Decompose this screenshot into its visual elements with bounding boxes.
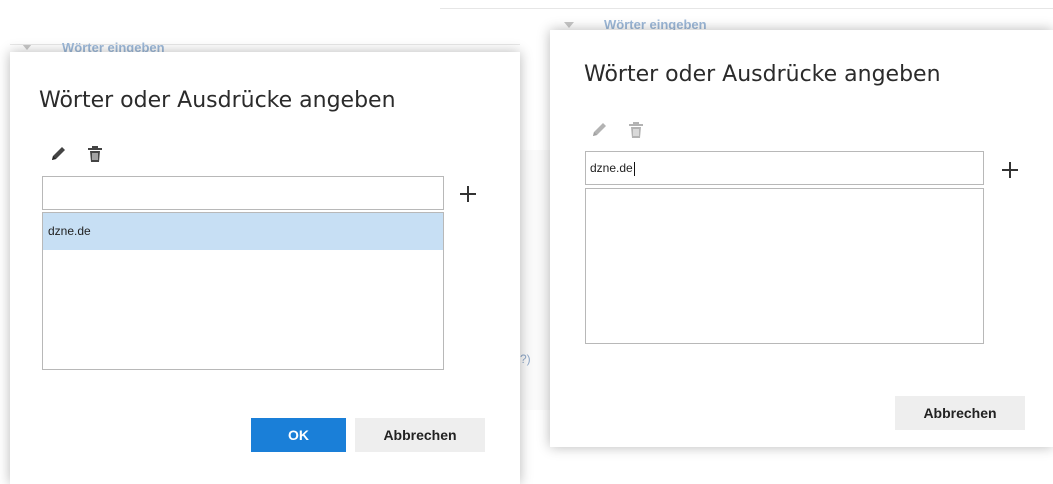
dialog-title: Wörter oder Ausdrücke angeben: [39, 88, 396, 113]
words-list[interactable]: dzne.de: [42, 212, 444, 370]
word-input-value: dzne.de: [590, 161, 633, 175]
list-item-label: dzne.de: [48, 224, 91, 238]
cancel-button[interactable]: Abbrechen: [355, 418, 485, 452]
trash-icon[interactable]: [626, 120, 646, 140]
words-list[interactable]: [585, 188, 984, 344]
background-divider: [440, 8, 1053, 9]
dialog-title: Wörter oder Ausdrücke angeben: [584, 62, 941, 87]
pencil-icon[interactable]: [49, 144, 69, 164]
pencil-icon[interactable]: [590, 120, 610, 140]
background-panel: [520, 150, 550, 410]
chevron-down-icon: [564, 22, 574, 28]
word-input[interactable]: [42, 176, 444, 210]
word-input[interactable]: dzne.de: [585, 151, 984, 185]
plus-icon[interactable]: [457, 183, 479, 205]
ok-button[interactable]: OK: [251, 418, 346, 452]
text-cursor: [633, 161, 635, 176]
specify-words-dialog: Wörter oder Ausdrücke angeben dzne.de Ab…: [550, 30, 1053, 447]
specify-words-dialog: Wörter oder Ausdrücke angeben dzne.de OK…: [10, 52, 520, 484]
list-item[interactable]: dzne.de: [43, 213, 443, 250]
trash-icon[interactable]: [85, 144, 105, 164]
background-text-fragment: ?): [520, 352, 531, 366]
plus-icon[interactable]: [999, 159, 1021, 181]
cancel-button[interactable]: Abbrechen: [895, 396, 1025, 430]
